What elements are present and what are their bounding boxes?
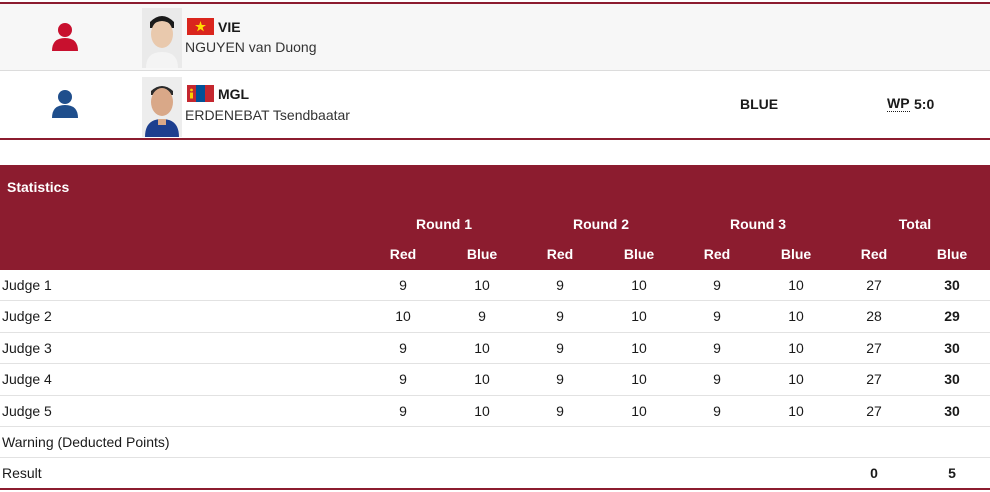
- score-cell: 9: [399, 402, 407, 419]
- athlete-name-red[interactable]: NGUYEN van Duong: [185, 39, 317, 55]
- score-cell: 30: [944, 277, 960, 293]
- total-header: Total: [898, 216, 932, 232]
- table-row: Judge 5 9 10 9 10 9 10 27 30: [0, 396, 990, 427]
- score-cell: 27: [866, 371, 882, 388]
- score-cell: 9: [556, 371, 564, 388]
- athlete-name-blue[interactable]: ERDENEBAT Tsendbaatar: [185, 107, 350, 123]
- row-label: Judge 2: [2, 308, 52, 325]
- athlete-noc-blue: MGL: [218, 86, 250, 102]
- statistics-table: Statistics Round 1 Round 2 Round 3 Total…: [0, 165, 990, 490]
- sub-header-blue: Blue: [623, 246, 655, 262]
- table-row: Warning (Deducted Points): [0, 427, 990, 459]
- athlete-photo-blue: [142, 77, 182, 137]
- winner-corner-label: BLUE: [740, 96, 779, 112]
- score-cell: 10: [395, 308, 411, 325]
- score-cell: 10: [631, 277, 647, 293]
- score-cell: 10: [631, 371, 647, 388]
- sub-header-blue: Blue: [936, 246, 968, 262]
- statistics-body: Judge 1 9 10 9 10 9 10 27 30 Judge 2 10 9 9 10 9 10 28 29…: [0, 270, 990, 490]
- row-label: Warning (Deducted Points): [2, 433, 170, 450]
- score-cell: 9: [399, 371, 407, 388]
- score-cell: 9: [556, 402, 564, 419]
- table-row: Judge 3 9 10 9 10 9 10 27 30: [0, 333, 990, 365]
- table-row: Judge 2 10 9 9 10 9 10 28 29: [0, 301, 990, 333]
- sub-header-blue: Blue: [466, 246, 498, 262]
- score-cell: 10: [474, 371, 490, 388]
- score-cell: 9: [556, 339, 564, 356]
- table-row: Judge 4 9 10 9 10 9 10 27 30: [0, 364, 990, 396]
- score-cell: 5: [948, 465, 956, 482]
- statistics-header: Statistics Round 1 Round 2 Round 3 Total…: [0, 165, 990, 270]
- score-cell: 9: [713, 402, 721, 419]
- vietnam-flag-icon: [187, 18, 214, 35]
- score-cell: 27: [866, 402, 882, 419]
- blue-corner-person-icon: [52, 90, 78, 118]
- athlete-photo-red: [142, 8, 182, 68]
- sub-header-red: Red: [703, 246, 731, 262]
- mongolia-flag-icon: [187, 85, 214, 102]
- row-label: Judge 4: [2, 371, 52, 388]
- score-cell: 10: [631, 339, 647, 356]
- score-cell: 30: [944, 339, 960, 356]
- score-cell: 27: [866, 277, 882, 293]
- score-cell: 10: [788, 339, 804, 356]
- win-score: 5:0: [914, 96, 935, 112]
- statistics-title: Statistics: [7, 179, 70, 195]
- sub-header-red: Red: [546, 246, 574, 262]
- score-cell: 10: [788, 277, 804, 293]
- score-cell: 0: [870, 465, 878, 482]
- row-label: Result: [2, 465, 42, 482]
- score-cell: 9: [713, 339, 721, 356]
- score-cell: 10: [788, 402, 804, 419]
- row-label: Judge 3: [2, 339, 52, 356]
- table-row: Result 0 5: [0, 458, 990, 490]
- score-cell: 30: [944, 371, 960, 388]
- athlete-row-blue: MGL ERDENEBAT Tsendbaatar BLUE WP 5:0: [0, 70, 990, 140]
- win-type-abbreviation[interactable]: WP: [887, 96, 910, 112]
- score-cell: 10: [631, 308, 647, 325]
- score-cell: 9: [713, 371, 721, 388]
- score-cell: 10: [474, 277, 490, 293]
- score-cell: 10: [474, 339, 490, 356]
- score-cell: 30: [944, 402, 960, 419]
- sub-header-blue: Blue: [780, 246, 812, 262]
- round-2-header: Round 2: [573, 216, 629, 232]
- score-cell: 10: [474, 402, 490, 419]
- sub-header-red: Red: [389, 246, 417, 262]
- score-cell: 29: [944, 308, 960, 325]
- score-cell: 9: [556, 308, 564, 325]
- score-cell: 9: [556, 277, 564, 293]
- score-cell: 9: [478, 308, 486, 325]
- score-cell: 9: [399, 277, 407, 293]
- score-cell: 10: [788, 308, 804, 325]
- score-cell: 27: [866, 339, 882, 356]
- athlete-row-red: VIE NGUYEN van Duong: [0, 2, 990, 70]
- table-row: Judge 1 9 10 9 10 9 10 27 30: [0, 270, 990, 302]
- sub-header-red: Red: [860, 246, 888, 262]
- score-cell: 10: [631, 402, 647, 419]
- score-cell: 10: [788, 371, 804, 388]
- athlete-noc-red: VIE: [218, 19, 241, 35]
- row-label: Judge 1: [2, 277, 52, 293]
- score-cell: 28: [866, 308, 882, 325]
- score-cell: 9: [399, 339, 407, 356]
- row-label: Judge 5: [2, 402, 52, 419]
- round-3-header: Round 3: [730, 216, 786, 232]
- score-cell: 9: [713, 277, 721, 293]
- red-corner-person-icon: [52, 23, 78, 51]
- round-1-header: Round 1: [416, 216, 472, 232]
- score-cell: 9: [713, 308, 721, 325]
